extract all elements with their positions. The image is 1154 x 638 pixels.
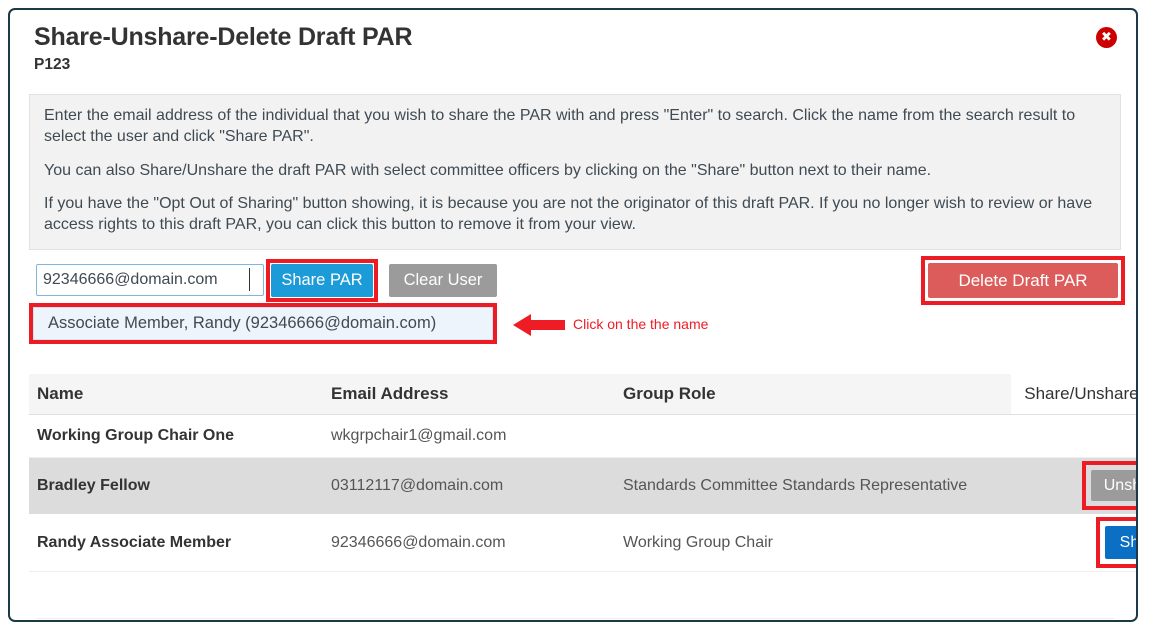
- cell-role: Working Group Chair: [615, 513, 1011, 572]
- cell-email: 03112117@domain.com: [323, 457, 615, 514]
- instructions-panel: Enter the email address of the individua…: [29, 94, 1121, 250]
- search-action-row: Share PAR Clear User Delete Draft PAR: [10, 256, 1136, 310]
- cell-role: Standards Committee Standards Representa…: [615, 457, 1011, 514]
- table-row: Working Group Chair One wkgrpchair1@gmai…: [29, 414, 1136, 458]
- delete-draft-par-button[interactable]: Delete Draft PAR: [928, 263, 1118, 298]
- cell-role: [615, 414, 1011, 458]
- footer-divider: [36, 618, 1114, 619]
- column-header-share-unshare: Share/Unshare PAR: [1011, 374, 1136, 415]
- share-button[interactable]: Share: [1105, 526, 1136, 559]
- table-header-row: Name Email Address Group Role Share/Unsh…: [29, 374, 1136, 415]
- cell-name: Randy Associate Member: [29, 513, 323, 572]
- instruction-paragraph-2: You can also Share/Unshare the draft PAR…: [44, 161, 932, 179]
- annotation-label: Click on the the name: [573, 316, 709, 332]
- column-header-name: Name: [29, 374, 323, 415]
- text-caret: [249, 268, 250, 291]
- share-unshare-delete-par-dialog: Share-Unshare-Delete Draft PAR P123 ✖ En…: [8, 8, 1138, 622]
- cell-name: Working Group Chair One: [29, 414, 323, 458]
- cell-email: 92346666@domain.com: [323, 513, 615, 572]
- share-unshare-table: Name Email Address Group Role Share/Unsh…: [29, 374, 1136, 572]
- cell-action: Unshare: [1011, 457, 1136, 514]
- page-title: Share-Unshare-Delete Draft PAR: [34, 23, 413, 51]
- table-row: Randy Associate Member 92346666@domain.c…: [29, 513, 1136, 572]
- cell-action: Share: [1011, 513, 1136, 572]
- left-arrow-icon: [513, 314, 565, 336]
- dialog-header: Share-Unshare-Delete Draft PAR P123: [10, 10, 1136, 84]
- instruction-paragraph-1: Enter the email address of the individua…: [44, 107, 1076, 145]
- close-icon[interactable]: ✖: [1096, 27, 1117, 48]
- cell-name: Bradley Fellow: [29, 457, 323, 514]
- share-par-button[interactable]: Share PAR: [271, 264, 373, 297]
- column-header-email: Email Address: [323, 374, 615, 415]
- cell-email: wkgrpchair1@gmail.com: [323, 414, 615, 458]
- par-number-label: P123: [34, 55, 71, 73]
- table-row: Bradley Fellow 03112117@domain.com Stand…: [29, 457, 1136, 514]
- column-header-role: Group Role: [615, 374, 1011, 415]
- cell-action: [1011, 414, 1136, 458]
- search-result-suggestion[interactable]: Associate Member, Randy (92346666@domain…: [33, 307, 493, 340]
- email-search-input[interactable]: [36, 264, 264, 296]
- unshare-button[interactable]: Unshare: [1091, 470, 1136, 501]
- clear-user-button[interactable]: Clear User: [389, 264, 497, 297]
- instruction-paragraph-3: If you have the "Opt Out of Sharing" but…: [44, 195, 1093, 234]
